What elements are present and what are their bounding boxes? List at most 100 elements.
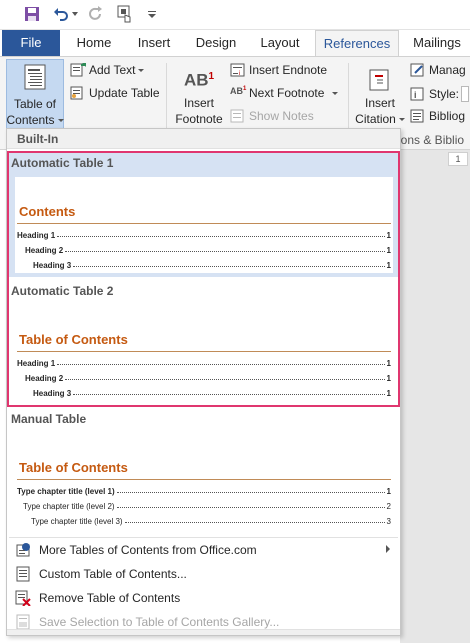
- ruler-marker: 1: [448, 152, 468, 166]
- manage-sources-icon: [410, 63, 426, 77]
- chevron-down-icon: [138, 68, 145, 72]
- chevron-down-icon: [398, 117, 405, 121]
- chevron-down-icon: [57, 118, 64, 122]
- ribbon-separator: [166, 63, 167, 133]
- gallery-item-automatic-table-1[interactable]: Automatic Table 1 Contents Heading 11 He…: [9, 153, 399, 277]
- style-selector[interactable]: i Style:: [410, 86, 470, 102]
- style-label: Style:: [429, 87, 460, 101]
- tab-file[interactable]: File: [2, 30, 60, 56]
- tab-design[interactable]: Design: [186, 30, 246, 56]
- toc-gallery-dropdown: Built-In Automatic Table 1 Contents Head…: [6, 128, 401, 636]
- tab-mailings[interactable]: Mailings: [404, 30, 470, 56]
- insert-footnote-line2: Footnote: [175, 112, 223, 126]
- toc-preview-line: Type chapter title (level 3) 3: [31, 517, 391, 526]
- update-table-button[interactable]: Update Table: [70, 86, 160, 100]
- touch-mode-icon[interactable]: [114, 3, 136, 25]
- undo-dropdown-icon[interactable]: [71, 3, 79, 25]
- remove-table-menu-item[interactable]: Remove Table of Contents: [9, 586, 398, 610]
- toc-preview-heading: Table of Contents: [19, 460, 128, 475]
- tab-layout[interactable]: Layout: [250, 30, 310, 56]
- style-dropdown[interactable]: [461, 86, 470, 102]
- toc-preview-rule: [17, 479, 391, 480]
- footnote-icon: AB1: [183, 70, 215, 90]
- tab-home[interactable]: Home: [66, 30, 122, 56]
- toc-label-line2: Contents: [6, 113, 55, 127]
- ribbon-tabs: File Home Insert Design Layout Reference…: [0, 30, 470, 57]
- add-text-icon: [70, 63, 86, 77]
- gallery-item-automatic-table-2[interactable]: Automatic Table 2 Table of Contents Head…: [9, 281, 399, 405]
- bibliography-icon: [410, 109, 426, 123]
- more-tables-label: More Tables of Contents from Office.com: [39, 543, 257, 557]
- customize-qat-icon[interactable]: [146, 3, 158, 25]
- toc-preview-heading: Table of Contents: [19, 332, 128, 347]
- gallery-item-manual-table[interactable]: Manual Table Table of Contents Type chap…: [9, 409, 399, 533]
- office-com-icon: [9, 538, 37, 562]
- update-table-label: Update Table: [89, 86, 160, 100]
- show-notes-icon: [230, 109, 246, 123]
- chevron-down-icon: [332, 91, 339, 95]
- redo-icon[interactable]: [86, 3, 106, 25]
- table-of-contents-icon: [24, 64, 46, 90]
- style-icon: i: [410, 87, 426, 101]
- add-text-label: Add Text: [89, 63, 136, 77]
- manage-sources-button[interactable]: Manag: [410, 63, 466, 77]
- undo-icon[interactable]: [50, 3, 72, 25]
- show-notes-button[interactable]: Show Notes: [230, 109, 314, 123]
- next-footnote-label: Next Footnote: [249, 86, 325, 100]
- svg-text:i: i: [414, 90, 417, 100]
- toc-preview-line: Heading 11: [17, 231, 391, 240]
- gallery-section-header: Built-In: [7, 129, 400, 149]
- toc-preview-line: Heading 31: [33, 389, 391, 398]
- toc-preview-rule: [17, 351, 391, 352]
- svg-text:i: i: [239, 71, 240, 77]
- gallery-item-title: Automatic Table 1: [11, 156, 114, 170]
- gallery-item-title: Automatic Table 2: [11, 284, 114, 298]
- remove-toc-icon: [9, 586, 37, 610]
- toc-preview-line: Type chapter title (level 2) 2: [23, 502, 391, 511]
- toc-label-line1: Table of: [13, 97, 57, 111]
- next-footnote-button[interactable]: AB1 Next Footnote: [230, 86, 339, 100]
- next-footnote-icon: AB1: [230, 86, 247, 96]
- quick-access-toolbar: [0, 0, 470, 30]
- tab-insert[interactable]: Insert: [126, 30, 182, 56]
- insert-footnote-button[interactable]: AB1 Insert Footnote: [172, 63, 226, 135]
- toc-preview: Contents Heading 11 Heading 21 Heading 3…: [15, 177, 393, 273]
- toc-preview: Table of Contents Type chapter title (le…: [15, 433, 393, 529]
- chevron-right-icon: [386, 545, 390, 553]
- table-of-contents-button[interactable]: Table of Contents: [6, 59, 64, 133]
- toc-preview-rule: [17, 223, 391, 224]
- update-table-icon: [70, 86, 86, 100]
- resize-grip[interactable]: [7, 629, 400, 635]
- toc-preview-heading: Contents: [19, 204, 76, 219]
- endnote-icon: i: [230, 63, 246, 77]
- bibliography-button[interactable]: Bibliog: [410, 109, 465, 123]
- manage-sources-label: Manag: [429, 63, 466, 77]
- insert-endnote-label: Insert Endnote: [249, 63, 328, 77]
- save-icon[interactable]: [22, 3, 42, 25]
- add-text-button[interactable]: Add Text: [70, 63, 145, 77]
- gallery-item-title: Manual Table: [11, 412, 87, 426]
- toc-preview-line: Heading 21: [25, 374, 391, 383]
- insert-citation-line2: Citation: [355, 112, 396, 126]
- ribbon-separator: [348, 63, 349, 133]
- insert-endnote-button[interactable]: i Insert Endnote: [230, 63, 327, 77]
- custom-table-menu-item[interactable]: Custom Table of Contents...: [9, 562, 398, 586]
- citations-group-label: ions & Biblio: [398, 133, 465, 147]
- toc-preview-line: Heading 31: [33, 261, 391, 270]
- toc-preview-line: Heading 11: [17, 359, 391, 368]
- insert-citation-line1: Insert: [364, 96, 395, 110]
- insert-citation-button[interactable]: Insert Citation: [352, 63, 408, 135]
- tab-references[interactable]: References: [315, 30, 399, 57]
- custom-toc-icon: [9, 562, 37, 586]
- bibliography-label: Bibliog: [429, 109, 466, 123]
- save-selection-label: Save Selection to Table of Contents Gall…: [39, 615, 280, 629]
- insert-citation-icon: [367, 67, 393, 95]
- show-notes-label: Show Notes: [249, 109, 314, 123]
- toc-preview: Table of Contents Heading 11 Heading 21 …: [15, 305, 393, 401]
- document-area[interactable]: [400, 150, 470, 643]
- toc-preview-line: Type chapter title (level 1) 1: [17, 487, 391, 496]
- more-tables-menu-item[interactable]: More Tables of Contents from Office.com: [9, 538, 398, 562]
- toc-preview-line: Heading 21: [25, 246, 391, 255]
- remove-table-label: Remove Table of Contents: [39, 591, 181, 605]
- insert-footnote-line1: Insert: [183, 96, 214, 110]
